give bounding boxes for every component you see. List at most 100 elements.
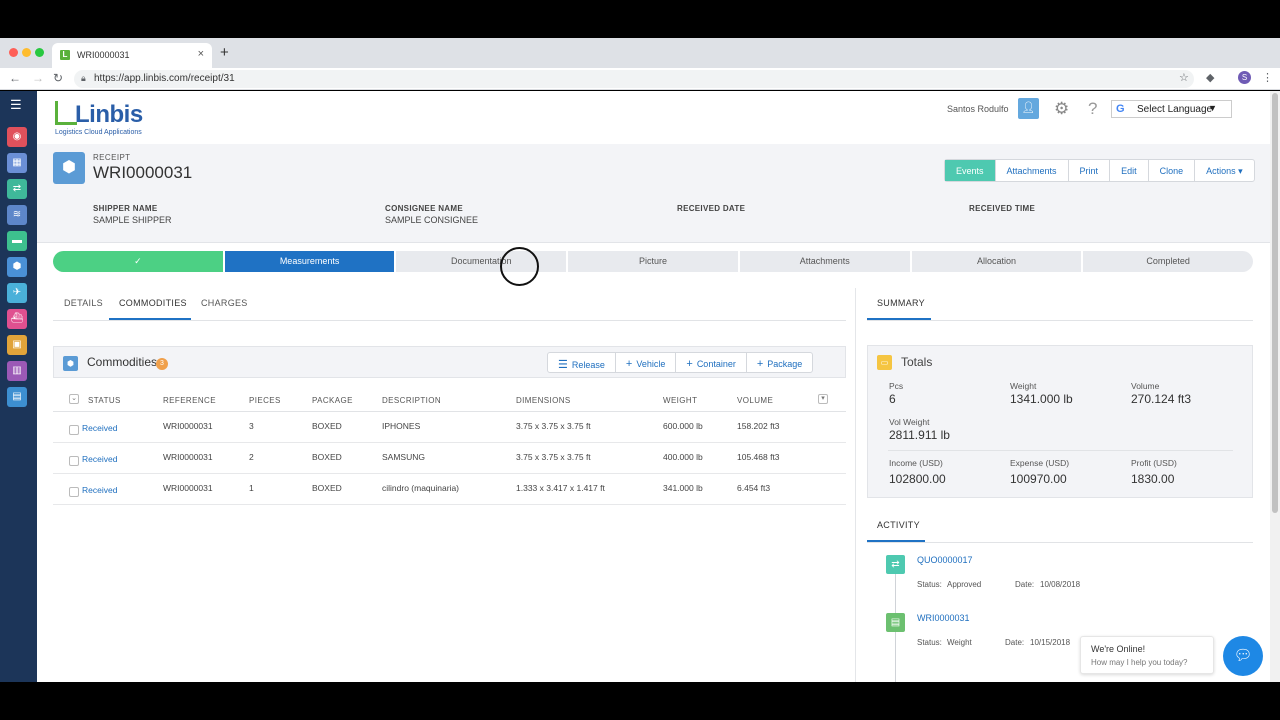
user-name[interactable]: Santos Rodulfo bbox=[947, 104, 1009, 114]
column-description[interactable]: DESCRIPTION bbox=[382, 396, 441, 405]
activity-quote-link[interactable]: QUO0000017 bbox=[917, 555, 973, 565]
chat-bubble-icon[interactable]: 💬︎ bbox=[1223, 636, 1263, 676]
scrollbar-thumb[interactable] bbox=[1272, 93, 1278, 513]
total-volume-label: Volume bbox=[1131, 381, 1160, 391]
add-container-button[interactable]: + Container bbox=[676, 353, 747, 372]
airplane-icon[interactable]: ✈ bbox=[7, 283, 27, 303]
buildings-icon[interactable]: ▦ bbox=[7, 153, 27, 173]
page-scrollbar[interactable] bbox=[1270, 91, 1280, 682]
activity-status-value: Weight bbox=[947, 638, 972, 647]
box-icon[interactable]: ⬢ bbox=[7, 257, 27, 277]
vehicle-button-label: Vehicle bbox=[636, 359, 666, 369]
bookmark-star-icon[interactable]: ☆ bbox=[1179, 71, 1189, 84]
activity-receipt-link[interactable]: WRI0000031 bbox=[917, 613, 970, 623]
column-volume[interactable]: VOLUME bbox=[737, 396, 773, 405]
column-pieces[interactable]: PIECES bbox=[249, 396, 281, 405]
print-button[interactable]: Print bbox=[1069, 160, 1111, 181]
shipper-name-label: SHIPPER NAME bbox=[93, 204, 158, 213]
table-row[interactable]: Received WRI0000031 3 BOXED IPHONES 3.75… bbox=[53, 412, 846, 443]
step-documentation[interactable]: Documentation bbox=[396, 251, 567, 272]
column-weight[interactable]: WEIGHT bbox=[663, 396, 697, 405]
clone-button[interactable]: Clone bbox=[1149, 160, 1196, 181]
row-checkbox[interactable] bbox=[69, 487, 79, 497]
handshake-icon[interactable]: ⇄ bbox=[7, 179, 27, 199]
user-avatar-icon[interactable]: 👤︎ bbox=[1018, 98, 1039, 119]
browser-tab-bar: L WRI0000031 × + bbox=[0, 38, 1280, 68]
tab-details[interactable]: DETAILS bbox=[64, 298, 103, 308]
shipper-name-value: SAMPLE SHIPPER bbox=[93, 215, 172, 225]
step-completed[interactable]: ✓ bbox=[53, 251, 223, 272]
hamburger-menu-icon[interactable]: ☰ bbox=[10, 97, 22, 113]
row-status-link[interactable]: Received bbox=[82, 485, 117, 495]
browser-tab[interactable]: L WRI0000031 × bbox=[52, 43, 212, 68]
received-time-label: RECEIVED TIME bbox=[969, 204, 1036, 213]
new-tab-button[interactable]: + bbox=[220, 44, 229, 61]
column-reference[interactable]: REFERENCE bbox=[163, 396, 216, 405]
commodities-table-header: ⌄ STATUS REFERENCE PIECES PACKAGE DESCRI… bbox=[53, 388, 846, 412]
chevron-down-icon: ▼ bbox=[1208, 103, 1217, 113]
record-number: WRI0000031 bbox=[93, 163, 193, 182]
close-window-button[interactable] bbox=[9, 48, 18, 57]
gear-icon[interactable]: ⚙ bbox=[1054, 99, 1069, 119]
ship-icon[interactable]: ⛴ bbox=[7, 309, 27, 329]
select-all-dropdown-icon[interactable]: ⌄ bbox=[69, 394, 79, 404]
edit-button[interactable]: Edit bbox=[1110, 160, 1149, 181]
chat-prompt[interactable]: We're Online! How may I help you today? bbox=[1080, 636, 1214, 674]
reports-icon[interactable]: ▤ bbox=[7, 387, 27, 407]
step-allocation[interactable]: Allocation bbox=[911, 251, 1082, 272]
url-input[interactable]: 🔒︎ https://app.linbis.com/receipt/31 bbox=[74, 70, 1194, 88]
tab-charges[interactable]: CHARGES bbox=[201, 298, 248, 308]
layers-icon[interactable]: ≋ bbox=[7, 205, 27, 225]
actions-dropdown-button[interactable]: Actions ▾ bbox=[1195, 160, 1254, 181]
column-menu-dropdown-icon[interactable]: ▾ bbox=[818, 394, 828, 404]
add-package-button[interactable]: + Package bbox=[747, 353, 812, 372]
truck-icon[interactable]: ▬ bbox=[7, 231, 27, 251]
step-picture[interactable]: Picture bbox=[568, 251, 738, 272]
row-checkbox[interactable] bbox=[69, 425, 79, 435]
maximize-window-button[interactable] bbox=[35, 48, 44, 57]
logo-tagline: Logistics Cloud Applications bbox=[55, 129, 142, 136]
table-row[interactable]: Received WRI0000031 2 BOXED SAMSUNG 3.75… bbox=[53, 443, 846, 474]
row-status-link[interactable]: Received bbox=[82, 423, 117, 433]
chat-online-text: We're Online! bbox=[1091, 644, 1146, 654]
totals-folder-icon: ▭ bbox=[877, 355, 892, 370]
column-package[interactable]: PACKAGE bbox=[312, 396, 353, 405]
forward-arrow-icon[interactable]: → bbox=[32, 71, 44, 85]
row-status-link[interactable]: Received bbox=[82, 454, 117, 464]
step-final-completed[interactable]: Completed bbox=[1083, 251, 1254, 272]
tab-summary[interactable]: SUMMARY bbox=[877, 298, 925, 308]
step-attachments[interactable]: Attachments bbox=[739, 251, 910, 272]
column-dimensions[interactable]: DIMENSIONS bbox=[516, 396, 571, 405]
add-vehicle-button[interactable]: + Vehicle bbox=[616, 353, 677, 372]
warehouse-icon[interactable]: ▥ bbox=[7, 361, 27, 381]
expense-value: 100970.00 bbox=[1010, 472, 1067, 486]
language-select[interactable]: G Select Language ▼ bbox=[1111, 100, 1232, 118]
help-icon[interactable]: ? bbox=[1088, 99, 1097, 119]
browser-menu-icon[interactable]: ⋮ bbox=[1262, 71, 1273, 84]
back-arrow-icon[interactable]: ← bbox=[9, 71, 21, 85]
list-icon: ☰ bbox=[558, 359, 568, 371]
events-button[interactable]: Events bbox=[945, 160, 996, 181]
tab-activity[interactable]: ACTIVITY bbox=[877, 520, 920, 530]
tab-commodities[interactable]: COMMODITIES bbox=[119, 298, 187, 308]
attachments-button[interactable]: Attachments bbox=[996, 160, 1069, 181]
row-checkbox[interactable] bbox=[69, 456, 79, 466]
row-weight: 600.000 lb bbox=[663, 421, 703, 431]
record-type-label: RECEIPT bbox=[93, 153, 131, 162]
delivery-truck-icon[interactable]: ▣ bbox=[7, 335, 27, 355]
dashboard-icon[interactable]: ◉ bbox=[7, 127, 27, 147]
column-status[interactable]: STATUS bbox=[88, 396, 121, 405]
row-dimensions: 1.333 x 3.417 x 1.417 ft bbox=[516, 483, 605, 493]
table-row[interactable]: Received WRI0000031 1 BOXED cilindro (ma… bbox=[53, 474, 846, 505]
reload-icon[interactable]: ↻ bbox=[53, 71, 63, 85]
release-button[interactable]: ☰ Release bbox=[548, 353, 616, 372]
tab-close-icon[interactable]: × bbox=[198, 48, 204, 60]
profile-avatar[interactable]: S bbox=[1238, 71, 1251, 84]
minimize-window-button[interactable] bbox=[22, 48, 31, 57]
step-measurements[interactable]: Measurements bbox=[224, 251, 395, 272]
summary-tabs: SUMMARY bbox=[867, 291, 1253, 321]
received-date-label: RECEIVED DATE bbox=[677, 204, 746, 213]
extension-icon[interactable]: ◆ bbox=[1206, 71, 1214, 84]
progress-path: ✓ Measurements Documentation Picture Att… bbox=[53, 251, 1254, 272]
total-pcs-value: 6 bbox=[889, 392, 896, 406]
